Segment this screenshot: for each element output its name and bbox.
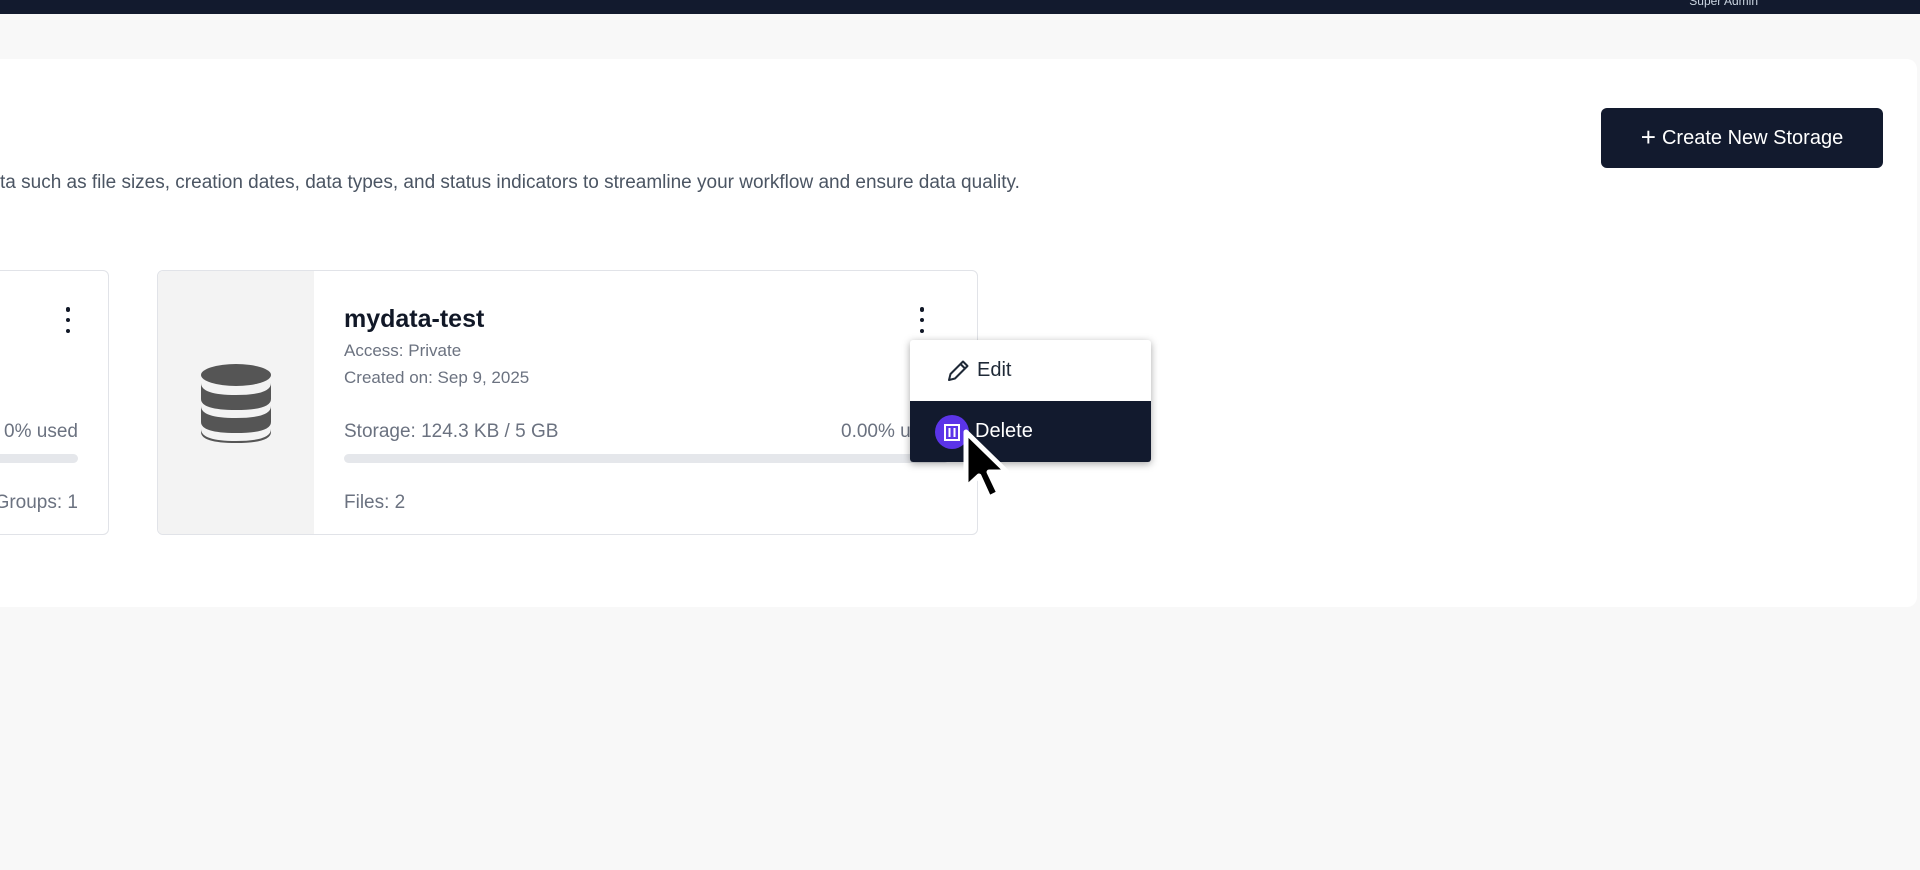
groups-count: Groups: 1 [0, 492, 78, 513]
menu-item-edit-label: Edit [977, 359, 1012, 381]
storage-card: 0% used Groups: 1 [0, 270, 109, 535]
storage-size: Storage: 124.3 KB / 5 GB [344, 421, 559, 442]
database-icon [201, 363, 271, 443]
access-level: Access: Private [344, 341, 462, 360]
mouse-pointer-icon [963, 429, 1010, 501]
page-description: ta such as file sizes, creation dates, d… [0, 172, 1020, 193]
storage-usage-percent: 0% used [4, 421, 78, 442]
more-options-icon[interactable] [916, 307, 928, 333]
user-role-label: Super Admin [1689, 0, 1758, 8]
storage-name: mydata-test [344, 305, 485, 333]
menu-item-delete[interactable]: Delete [910, 401, 1151, 462]
storage-usage-bar [344, 454, 949, 463]
create-new-storage-label: Create New Storage [1661, 126, 1844, 149]
pencil-icon [948, 360, 969, 381]
create-new-storage-button[interactable]: + Create New Storage [1601, 108, 1883, 168]
top-bar: Super Admin [0, 0, 1920, 14]
created-date: Created on: Sep 9, 2025 [344, 368, 530, 387]
card-context-menu: Edit Delete [910, 340, 1151, 462]
storage-usage-percent: 0.00% u [841, 421, 911, 442]
menu-item-edit[interactable]: Edit [910, 340, 1151, 401]
plus-icon: + [1640, 122, 1656, 152]
storage-card-mydata-test: mydata-test Access: Private Created on: … [157, 270, 978, 535]
files-count: Files: 2 [344, 492, 406, 513]
more-options-icon[interactable] [62, 307, 74, 333]
storage-usage-bar [0, 454, 78, 463]
card-thumbnail [158, 271, 314, 534]
